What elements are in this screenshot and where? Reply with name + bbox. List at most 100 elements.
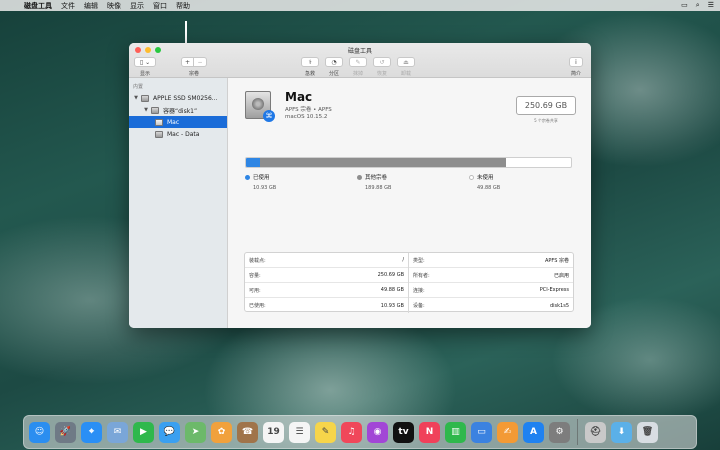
airplay-icon[interactable]: ▭ [681, 1, 688, 10]
legend-used-label: 已使用 [253, 175, 270, 181]
info-row-connection: 连接: PCI-Express [409, 283, 573, 298]
safari-icon[interactable]: ⌖ [81, 421, 102, 443]
tv-icon[interactable]: tv [393, 421, 414, 443]
macos-badge-icon: ⌘ [263, 110, 275, 122]
reminders-icon[interactable]: ☰ [289, 421, 310, 443]
menu-edit[interactable]: 编辑 [84, 1, 98, 11]
menu-bar: 磁盘工具 文件 编辑 映像 显示 窗口 帮助 ▭ ⌕ ☰ [0, 0, 720, 11]
sidebar-item-label: APPLE SSD SM0256... [153, 94, 218, 102]
volume-type: APFS 宗卷 • APFS [285, 107, 332, 113]
menu-app-name[interactable]: 磁盘工具 [24, 1, 52, 11]
sidebar: 内置 ▼ APPLE SSD SM0256... ▼ 容器“disk1” Mac… [129, 78, 228, 328]
sidebar-item-container[interactable]: ▼ 容器“disk1” [129, 104, 227, 116]
info-button[interactable]: i 简介 [569, 57, 583, 77]
disk-utility-window: 磁盘工具 ▯ ⌄ 显示 + − 宗卷 ⚕ 急救 ◔ 分区 ✎ 抹掉 ↺ 恢复 ⏏… [129, 43, 591, 328]
sidebar-item-mac-data[interactable]: Mac - Data [129, 128, 227, 140]
stethoscope-icon: ⚕ [301, 57, 319, 67]
calendar-icon[interactable]: 19 [263, 421, 284, 443]
pages-icon[interactable]: ✍ [497, 421, 518, 443]
volume-os-version: macOS 10.15.2 [285, 114, 328, 120]
downloads-folder-icon[interactable]: ⬇ [611, 421, 632, 443]
sidebar-item-label: 容器“disk1” [163, 107, 198, 115]
podcasts-icon[interactable]: ◉ [367, 421, 388, 443]
launchpad-icon[interactable]: 🚀 [55, 421, 76, 443]
info-row-owners: 所有者: 已启用 [409, 268, 573, 283]
first-aid-button[interactable]: ⚕ 急救 [301, 57, 319, 77]
partition-icon: ◔ [325, 57, 343, 67]
capacity-note: 5 个宗卷共享 [534, 118, 558, 123]
sidebar-section-internal: 内置 [133, 84, 144, 90]
show-button[interactable]: ▯ ⌄ 显示 [134, 57, 156, 77]
contacts-icon[interactable]: ☎ [237, 421, 258, 443]
control-center-icon[interactable]: ☰ [708, 1, 714, 10]
info-row-type: 类型: APFS 宗卷 [409, 253, 573, 268]
disclosure-expanded-icon[interactable]: ▼ [133, 95, 139, 101]
other-color-dot-icon [357, 175, 362, 180]
info-row-used: 已使用: 10.93 GB [249, 302, 404, 310]
trash-icon[interactable]: 🗑 [637, 421, 658, 443]
add-volume-button[interactable]: + [181, 57, 194, 67]
info-icon: i [569, 57, 583, 67]
internal-disk-icon [141, 94, 149, 102]
music-icon[interactable]: ♫ [341, 421, 362, 443]
used-color-dot-icon [245, 175, 250, 180]
photos-icon[interactable]: ✿ [211, 421, 232, 443]
usage-bar-other-segment [260, 158, 507, 167]
info-row-capacity: 容量: 250.69 GB [245, 268, 408, 283]
menu-image[interactable]: 映像 [107, 1, 121, 11]
erase-button[interactable]: ✎ 抹掉 [349, 57, 367, 77]
legend-used-value: 10.93 GB [253, 185, 277, 191]
disclosure-expanded-icon[interactable]: ▼ [143, 107, 149, 113]
volume-info-table: 装载点: / 容量: 250.69 GB 可用: 49.88 GB 已使用: 10.93… [244, 252, 574, 313]
messages-icon[interactable]: 💬 [159, 421, 180, 443]
sidebar-toggle-icon[interactable]: ▯ ⌄ [134, 57, 156, 67]
keynote-icon[interactable]: ▭ [471, 421, 492, 443]
menu-window[interactable]: 窗口 [153, 1, 167, 11]
dock: ☺ 🚀 ⌖ ✉ ▶ 💬 ➤ ✿ ☎ 19 ☰ ✎ ♫ ◉ tv N ▥ ▭ ✍ A ⚙ ⛑ ⬇ 🗑 [23, 415, 697, 449]
menu-help[interactable]: 帮助 [176, 1, 190, 11]
sidebar-item-ssd[interactable]: ▼ APPLE SSD SM0256... [129, 92, 227, 104]
numbers-icon[interactable]: ▥ [445, 421, 466, 443]
maps-icon[interactable]: ➤ [185, 421, 206, 443]
legend-free-label: 未使用 [477, 175, 494, 181]
mail-icon[interactable]: ✉ [107, 421, 128, 443]
finder-icon[interactable]: ☺ [29, 421, 50, 443]
volume-detail-pane: ⌘ Mac APFS 宗卷 • APFS macOS 10.15.2 250.6… [228, 78, 591, 328]
legend-used: 已使用 10.93 GB [245, 173, 276, 191]
volume-label: 宗卷 [188, 71, 199, 77]
partition-button[interactable]: ◔ 分区 [325, 57, 343, 77]
legend-other-label: 其他宗卷 [365, 175, 388, 181]
restore-button[interactable]: ↺ 恢复 [373, 57, 391, 77]
legend-free: 未使用 49.88 GB [469, 173, 500, 191]
restore-label: 恢复 [376, 71, 387, 77]
app-store-icon[interactable]: A [523, 421, 544, 443]
unmount-button[interactable]: ⏏ 卸载 [397, 57, 415, 77]
menu-file[interactable]: 文件 [61, 1, 75, 11]
notes-icon[interactable]: ✎ [315, 421, 336, 443]
sidebar-item-mac[interactable]: Mac [129, 116, 227, 128]
hard-drive-icon: ⌘ [245, 91, 275, 122]
info-row-available: 可用: 49.88 GB [245, 283, 408, 298]
info-row-mount-point: 装载点: / [245, 253, 408, 268]
system-preferences-icon[interactable]: ⚙ [549, 421, 570, 443]
volume-disk-icon [155, 130, 163, 138]
free-color-dot-icon [469, 175, 474, 180]
spotlight-icon[interactable]: ⌕ [696, 1, 700, 10]
window-title: 磁盘工具 [347, 48, 372, 55]
info-row-device: 设备: disk1s5 [413, 302, 569, 310]
facetime-icon[interactable]: ▶ [133, 421, 154, 443]
legend-other-value: 189.88 GB [365, 185, 392, 191]
menu-view[interactable]: 显示 [130, 1, 144, 11]
show-label: 显示 [139, 71, 150, 77]
eject-icon: ⏏ [397, 57, 415, 67]
volume-buttons: + − 宗卷 [181, 57, 207, 77]
news-icon[interactable]: N [419, 421, 440, 443]
remove-volume-button[interactable]: − [194, 57, 207, 67]
volume-name: Mac [285, 90, 313, 104]
info-column-right: 类型: APFS 宗卷 所有者: 已启用 连接: PCI-Express 设备: dis… [409, 253, 573, 313]
erase-label: 抹掉 [352, 71, 363, 77]
volume-disk-icon [155, 118, 163, 126]
sidebar-item-label: Mac - Data [167, 130, 200, 138]
disk-utility-icon[interactable]: ⛑ [585, 421, 606, 443]
unmount-label: 卸载 [400, 71, 411, 77]
